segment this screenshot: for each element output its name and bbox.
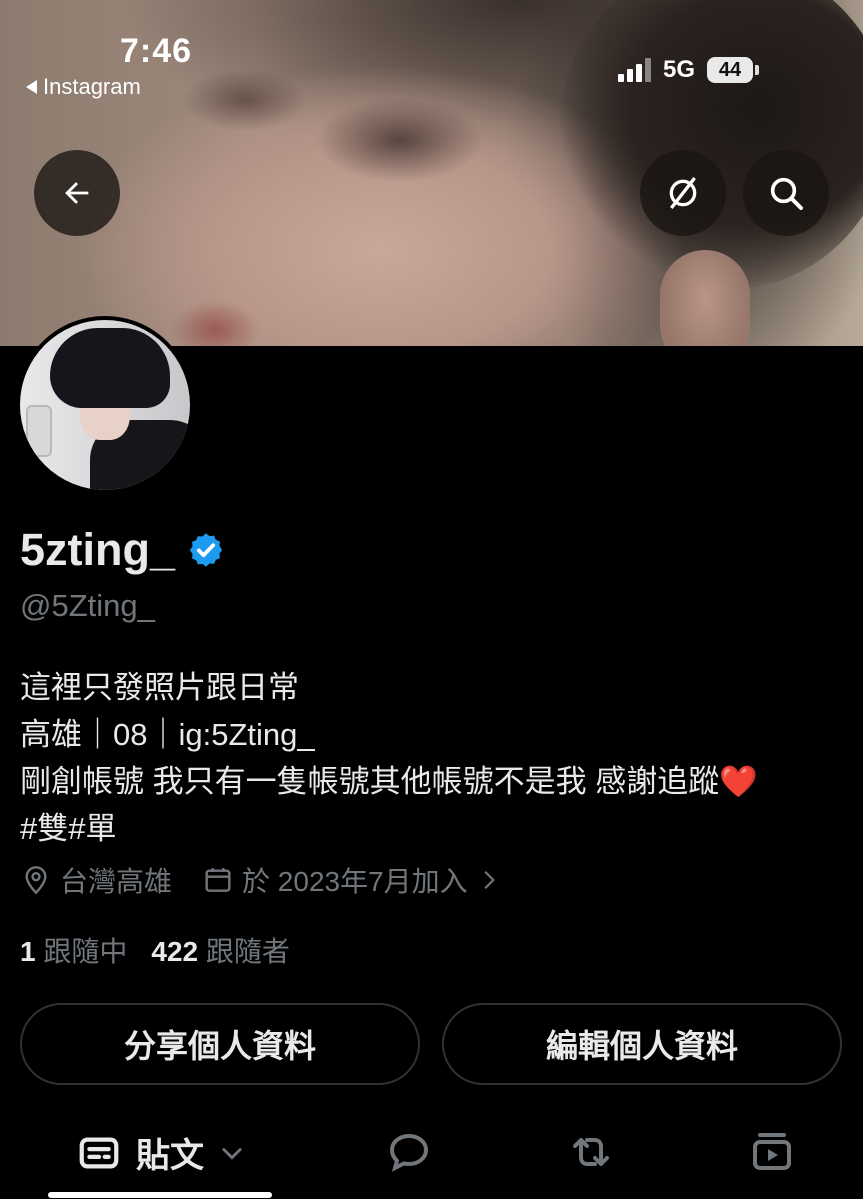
chevron-down-icon[interactable] <box>218 1139 246 1167</box>
replies-icon <box>389 1133 429 1172</box>
status-time: 7:46 <box>120 32 193 70</box>
join-date-text: 於 2023年7月加入 <box>242 866 468 897</box>
battery-icon: 44 <box>707 57 760 83</box>
followers-label: 跟隨者 <box>205 936 290 967</box>
join-date[interactable]: 於 2023年7月加入 <box>202 860 502 900</box>
banner-photo-detail <box>660 250 750 346</box>
location: 台灣高雄 <box>20 860 172 900</box>
bio-line: 高雄｜08｜ig:5Zting_ <box>20 717 315 752</box>
tab-replies[interactable] <box>385 1128 433 1176</box>
tab-posts-label: 貼文 <box>136 1137 204 1175</box>
search-button[interactable] <box>743 150 829 236</box>
following-label: 跟隨中 <box>43 936 128 967</box>
back-triangle-icon <box>26 80 37 94</box>
banner-photo-detail <box>560 0 863 290</box>
hide-button[interactable] <box>640 150 726 236</box>
reposts-icon <box>573 1138 609 1166</box>
calendar-icon <box>205 868 231 892</box>
share-profile-button[interactable]: 分享個人資料 <box>20 1003 420 1085</box>
followers-count: 422 <box>151 936 199 967</box>
battery-level: 44 <box>707 57 754 83</box>
bio-line: 這裡只發照片跟日常 <box>20 670 299 705</box>
hide-icon <box>669 176 697 210</box>
avatar-photo <box>20 320 190 490</box>
bio-line[interactable]: #雙#單 <box>20 805 758 852</box>
search-icon <box>770 177 803 210</box>
location-icon <box>25 866 47 895</box>
profile-tabs: 貼文 <box>0 1120 863 1199</box>
posts-icon <box>79 1136 119 1169</box>
back-app-label: Instagram <box>43 74 141 99</box>
tab-posts[interactable]: 貼文 <box>76 1128 246 1177</box>
profile-meta: 台灣高雄 於 2023年7月加入 <box>20 860 502 900</box>
media-icon <box>753 1133 791 1170</box>
bio-line: 剛創帳號 我只有一隻帳號其他帳號不是我 感謝追蹤❤️ <box>20 764 758 799</box>
handle: @5Zting_ <box>20 588 155 623</box>
following-link[interactable]: 1 跟隨中 <box>20 930 127 970</box>
following-count: 1 <box>20 936 36 967</box>
avatar[interactable] <box>16 316 194 494</box>
bio: 這裡只發照片跟日常 高雄｜08｜ig:5Zting_ 剛創帳號 我只有一隻帳號其… <box>20 664 758 852</box>
tab-media[interactable] <box>748 1128 796 1176</box>
verified-icon[interactable] <box>187 531 225 569</box>
chevron-right-icon <box>484 871 495 889</box>
back-to-app-link[interactable]: Instagram <box>26 74 141 100</box>
tab-reposts[interactable] <box>565 1128 617 1176</box>
signal-icon <box>618 58 651 82</box>
status-indicators: 5G 44 <box>618 56 760 84</box>
follow-stats: 1 跟隨中 422 跟隨者 <box>20 930 290 970</box>
display-name: 5zting_ <box>20 524 176 575</box>
active-tab-indicator <box>48 1192 272 1198</box>
location-text: 台灣高雄 <box>60 866 173 897</box>
back-arrow-icon <box>65 182 89 204</box>
banner-photo-detail <box>170 300 260 346</box>
back-button[interactable] <box>34 150 120 236</box>
network-type: 5G <box>663 56 696 83</box>
edit-profile-button[interactable]: 編輯個人資料 <box>442 1003 842 1085</box>
followers-link[interactable]: 422 跟隨者 <box>151 930 290 970</box>
name-row: 5zting_ <box>20 524 225 576</box>
